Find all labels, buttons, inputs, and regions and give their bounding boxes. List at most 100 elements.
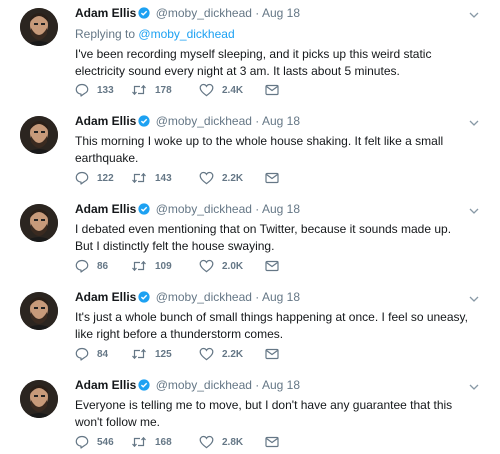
retweet-count: 109 <box>155 260 172 272</box>
retweet-count: 125 <box>155 348 172 360</box>
retweet-icon <box>131 171 155 185</box>
reply-button[interactable]: 122 <box>75 170 114 186</box>
avatar[interactable] <box>20 8 58 46</box>
tweet-header: Adam Ellis @moby_dickhead · Aug 18 <box>75 377 475 393</box>
separator-dot: · <box>255 114 260 128</box>
author-handle[interactable]: @moby_dickhead <box>156 6 252 20</box>
tweet-header: Adam Ellis @moby_dickhead · Aug 18 <box>75 5 475 21</box>
chevron-down-icon[interactable] <box>468 380 480 392</box>
direct-message-button[interactable] <box>265 434 287 450</box>
tweet-header: Adam Ellis @moby_dickhead · Aug 18 <box>75 113 475 129</box>
like-count: 2.0K <box>222 260 244 272</box>
tweet-thread: Adam Ellis @moby_dickhead · Aug 18 Reply… <box>0 0 500 449</box>
tweet-actions: 84 125 2.2K <box>75 346 335 362</box>
reply-button[interactable]: 546 <box>75 434 114 450</box>
envelope-icon <box>265 172 287 184</box>
tweet-content: Adam Ellis @moby_dickhead · Aug 18 I deb… <box>75 201 475 255</box>
like-button[interactable]: 2.0K <box>199 258 243 274</box>
replying-to-link[interactable]: @moby_dickhead <box>138 27 234 41</box>
reply-button[interactable]: 133 <box>75 82 114 98</box>
tweet-content: Adam Ellis @moby_dickhead · Aug 18 This … <box>75 113 475 167</box>
tweet-header: Adam Ellis @moby_dickhead · Aug 18 <box>75 289 475 305</box>
tweet-content: Adam Ellis @moby_dickhead · Aug 18 Every… <box>75 377 475 431</box>
heart-icon <box>199 259 222 273</box>
replying-to: Replying to @moby_dickhead <box>75 26 475 42</box>
avatar[interactable] <box>20 116 58 154</box>
author-name[interactable]: Adam Ellis <box>75 290 136 304</box>
verified-badge-icon <box>138 7 150 23</box>
retweet-count: 168 <box>155 436 172 448</box>
tweet-date[interactable]: Aug 18 <box>262 290 300 304</box>
tweet[interactable]: Adam Ellis @moby_dickhead · Aug 18 Reply… <box>0 0 500 108</box>
reply-button[interactable]: 84 <box>75 346 108 362</box>
author-handle[interactable]: @moby_dickhead <box>156 202 252 216</box>
like-button[interactable]: 2.4K <box>199 82 243 98</box>
reply-count: 546 <box>97 436 114 448</box>
author-name[interactable]: Adam Ellis <box>75 114 136 128</box>
retweet-icon <box>131 259 155 273</box>
separator-dot: · <box>255 378 260 392</box>
like-count: 2.2K <box>222 172 244 184</box>
tweet-content: Adam Ellis @moby_dickhead · Aug 18 It's … <box>75 289 475 343</box>
author-name[interactable]: Adam Ellis <box>75 378 136 392</box>
retweet-button[interactable]: 125 <box>131 346 172 362</box>
tweet-actions: 546 168 2.8K <box>75 434 335 450</box>
author-name[interactable]: Adam Ellis <box>75 202 136 216</box>
retweet-count: 143 <box>155 172 172 184</box>
direct-message-button[interactable] <box>265 346 287 362</box>
reply-button[interactable]: 86 <box>75 258 108 274</box>
retweet-count: 178 <box>155 84 172 96</box>
retweet-button[interactable]: 143 <box>131 170 172 186</box>
retweet-button[interactable]: 109 <box>131 258 172 274</box>
reply-count: 84 <box>97 348 109 360</box>
avatar[interactable] <box>20 204 58 242</box>
like-button[interactable]: 2.2K <box>199 346 243 362</box>
heart-icon <box>199 435 222 449</box>
reply-icon <box>75 259 97 273</box>
direct-message-button[interactable] <box>265 170 287 186</box>
author-handle[interactable]: @moby_dickhead <box>156 114 252 128</box>
author-name[interactable]: Adam Ellis <box>75 6 136 20</box>
verified-badge-icon <box>138 379 150 395</box>
retweet-icon <box>131 435 155 449</box>
retweet-button[interactable]: 178 <box>131 82 172 98</box>
reply-count: 86 <box>97 260 109 272</box>
chevron-down-icon[interactable] <box>468 204 480 216</box>
chevron-down-icon[interactable] <box>468 116 480 128</box>
tweet-text: I debated even mentioning that on Twitte… <box>75 222 452 253</box>
verified-badge-icon <box>138 203 150 219</box>
retweet-icon <box>131 83 155 97</box>
reply-icon <box>75 171 97 185</box>
reply-count: 122 <box>97 172 114 184</box>
direct-message-button[interactable] <box>265 82 287 98</box>
like-count: 2.2K <box>222 348 244 360</box>
tweet-date[interactable]: Aug 18 <box>262 378 300 392</box>
tweet-date[interactable]: Aug 18 <box>262 202 300 216</box>
separator-dot: · <box>255 290 260 304</box>
tweet[interactable]: Adam Ellis @moby_dickhead · Aug 18 I deb… <box>0 196 500 284</box>
direct-message-button[interactable] <box>265 258 287 274</box>
tweet[interactable]: Adam Ellis @moby_dickhead · Aug 18 This … <box>0 108 500 196</box>
retweet-icon <box>131 347 155 361</box>
author-handle[interactable]: @moby_dickhead <box>156 378 252 392</box>
like-count: 2.4K <box>222 84 244 96</box>
like-button[interactable]: 2.8K <box>199 434 243 450</box>
avatar[interactable] <box>20 292 58 330</box>
tweet[interactable]: Adam Ellis @moby_dickhead · Aug 18 It's … <box>0 284 500 372</box>
author-handle[interactable]: @moby_dickhead <box>156 290 252 304</box>
replying-prefix: Replying to <box>75 27 136 41</box>
avatar[interactable] <box>20 380 58 418</box>
tweet-text: Everyone is telling me to move, but I do… <box>75 398 453 429</box>
reply-icon <box>75 347 97 361</box>
chevron-down-icon[interactable] <box>468 8 480 20</box>
like-button[interactable]: 2.2K <box>199 170 243 186</box>
tweet-date[interactable]: Aug 18 <box>262 114 300 128</box>
tweet-text: I've been recording myself sleeping, and… <box>75 47 432 78</box>
like-count: 2.8K <box>222 436 244 448</box>
tweet-date[interactable]: Aug 18 <box>262 6 300 20</box>
chevron-down-icon[interactable] <box>468 292 480 304</box>
retweet-button[interactable]: 168 <box>131 434 172 450</box>
envelope-icon <box>265 260 287 272</box>
envelope-icon <box>265 348 287 360</box>
tweet-text: This morning I woke up to the whole hous… <box>75 134 444 165</box>
